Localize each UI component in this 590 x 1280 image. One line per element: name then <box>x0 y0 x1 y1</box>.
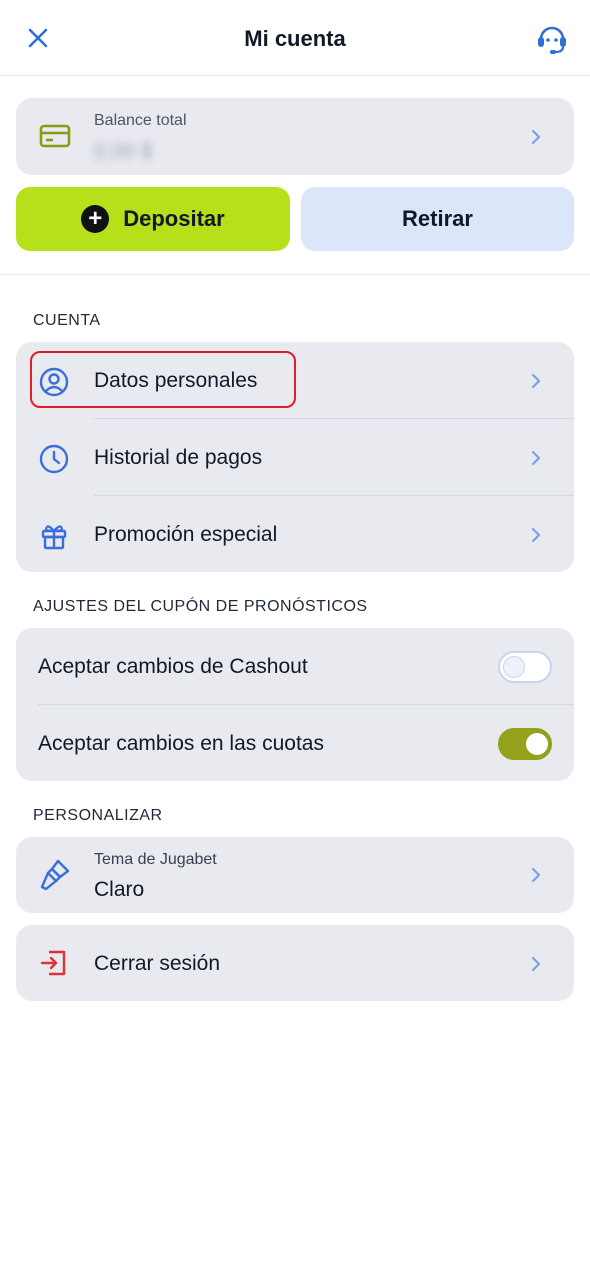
deposit-label: Depositar <box>123 206 225 231</box>
chevron-right-icon <box>531 450 541 466</box>
app-header: Mi cuenta <box>0 0 590 76</box>
withdraw-button[interactable]: Retirar <box>301 187 574 251</box>
wallet-card-icon <box>39 124 71 148</box>
menu-item-special-promotion[interactable]: Promoción especial <box>16 496 574 573</box>
balance-label: Balance total <box>94 112 187 129</box>
section-title-personalize: PERSONALIZAR <box>33 807 163 824</box>
headset-support-icon[interactable] <box>534 20 570 56</box>
setting-label: Aceptar cambios de Cashout <box>38 655 308 678</box>
theme-setting-card[interactable]: Tema de Jugabet Claro <box>16 837 574 913</box>
gift-icon <box>41 525 67 550</box>
clock-icon <box>39 444 69 474</box>
deposit-button[interactable]: + Depositar <box>16 187 290 251</box>
section-divider <box>0 274 590 275</box>
chevron-right-icon <box>531 956 541 972</box>
theme-value: Claro <box>94 878 145 901</box>
balance-card[interactable]: Balance total 0,00 $ <box>16 98 574 175</box>
odds-toggle[interactable] <box>498 728 552 760</box>
theme-label: Tema de Jugabet <box>94 851 217 868</box>
section-title-account: CUENTA <box>33 312 101 329</box>
setting-row-cashout: Aceptar cambios de Cashout <box>16 628 574 705</box>
menu-item-label: Promoción especial <box>94 523 278 546</box>
highlight-box <box>30 351 296 408</box>
logout-label: Cerrar sesión <box>94 952 221 975</box>
logout-row[interactable]: Cerrar sesión <box>16 925 574 1002</box>
cashout-toggle[interactable] <box>498 651 552 683</box>
toggle-knob <box>526 733 548 755</box>
page-title: Mi cuenta <box>244 26 346 51</box>
chevron-right-icon <box>531 129 541 145</box>
coupon-settings-card: Aceptar cambios de Cashout Aceptar cambi… <box>16 628 574 781</box>
logout-card[interactable]: Cerrar sesión <box>16 925 574 1001</box>
section-title-coupon: AJUSTES DEL CUPÓN DE PRONÓSTICOS <box>33 598 368 615</box>
toggle-knob <box>503 656 525 678</box>
chevron-right-icon <box>531 527 541 543</box>
paint-brush-icon <box>40 859 70 891</box>
withdraw-label: Retirar <box>402 206 473 231</box>
plus-circle-icon: + <box>81 205 110 233</box>
setting-row-odds: Aceptar cambios en las cuotas <box>16 705 574 782</box>
chevron-right-icon <box>531 867 541 883</box>
logout-icon <box>40 950 66 976</box>
setting-label: Aceptar cambios en las cuotas <box>38 732 324 755</box>
chevron-right-icon <box>531 373 541 389</box>
balance-amount: 0,00 $ <box>94 140 153 163</box>
menu-item-payment-history[interactable]: Historial de pagos <box>16 419 574 496</box>
menu-item-label: Historial de pagos <box>94 446 263 469</box>
